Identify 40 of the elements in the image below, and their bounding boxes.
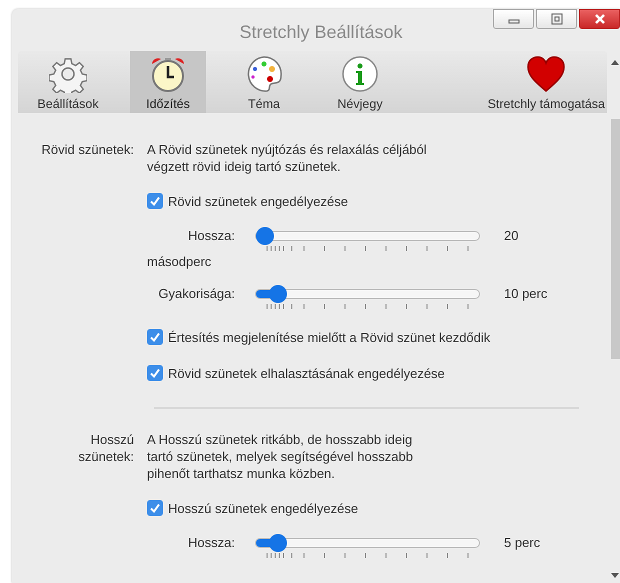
checkbox-option[interactable]: Hosszú szünetek engedélyezése [147,500,577,516]
alarm-clock-icon [149,55,187,93]
slider-label: Hossza: [187,535,235,551]
toolbar-tab[interactable]: Stretchly támogatása [486,51,607,113]
slider[interactable] [255,228,480,253]
checkbox-option[interactable]: Rövid szünetek engedélyezése [147,193,577,209]
toolbar-tab[interactable]: Időzítés [130,51,206,113]
close-button[interactable] [579,9,620,29]
scroll-down-icon[interactable] [611,573,619,579]
slider-value: 10 perc [504,286,548,302]
section-label: Rövid szünetek: [40,141,134,159]
maximize-icon [550,13,564,25]
slider[interactable] [255,535,480,560]
slider-value: 20 [504,228,518,244]
toolbar-tab[interactable]: Névjegy [322,51,398,113]
palette-icon [245,55,283,93]
checkbox[interactable] [147,365,163,381]
checkbox-option[interactable]: Rövid szünetek elhalasztásának engedélyezése [147,365,577,381]
window-title: Stretchly Beállítások [239,22,403,42]
slider-value: 5 perc [504,535,540,551]
checkbox-option[interactable]: Értesítés megjelenítése mielőtt a Rövid szünet kezdődik [147,329,577,345]
maximize-button[interactable] [536,9,577,29]
slider-label: Hossza: [187,228,235,244]
close-icon [592,12,606,26]
heart-icon [526,55,566,93]
checkbox[interactable] [147,193,163,209]
section-description: A Rövid szünetek nyújtózás és relaxálás céljából végzett rövid ideig tartó szünetek. [147,141,428,175]
slider-unit: másodperc [147,254,212,269]
minimize-button[interactable] [493,9,534,29]
toolbar-tab[interactable]: Beállítások [18,51,118,113]
checkbox[interactable] [147,500,163,516]
toolbar-tab[interactable]: Téma [226,51,302,113]
section-label: Hosszú szünetek: [77,431,134,466]
section-description: A Hosszú szünetek ritkább, de hosszabb ideig tartó szünetek, melyek segítségével hosszabb pihenőt tarthatsz munka közben. [147,431,414,482]
checkbox[interactable] [147,329,163,345]
info-icon [341,55,379,93]
gear-icon [49,55,87,93]
slider-label: Gyakorisága: [157,286,235,302]
scroll-up-icon[interactable] [611,59,619,65]
slider[interactable] [255,286,480,311]
